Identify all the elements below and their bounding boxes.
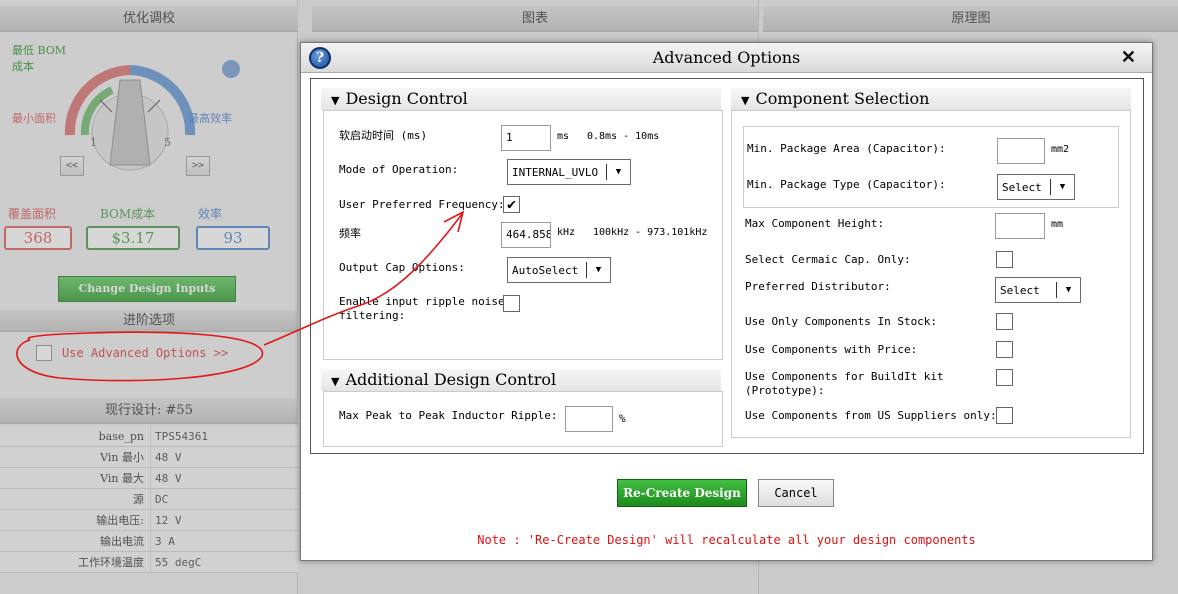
component-selection-header[interactable]: ▼ Component Selection	[731, 88, 1131, 110]
frequency-unit: kHz	[557, 227, 576, 238]
close-icon[interactable]: ✕	[1121, 43, 1136, 73]
user-preferred-frequency-label: User Preferred Frequency:	[339, 198, 505, 211]
buildit-kit-label-line2: (Prototype):	[745, 384, 825, 397]
advanced-options-dialog: ? Advanced Options ✕ ▼ Design Control 软启动…	[300, 42, 1153, 561]
with-price-checkbox[interactable]	[996, 341, 1013, 358]
soft-start-unit: ms	[557, 131, 570, 142]
soft-start-range: 0.8ms - 10ms	[587, 131, 660, 142]
mode-of-operation-label: Mode of Operation:	[339, 163, 459, 176]
dialog-title-bar: ? Advanced Options ✕	[301, 43, 1152, 73]
ripple-filter-checkbox[interactable]	[503, 295, 520, 312]
cancel-button[interactable]: Cancel	[758, 479, 834, 507]
preferred-distributor-label: Preferred Distributor:	[745, 280, 891, 293]
buildit-kit-label-line1: Use Components for BuildIt kit	[745, 370, 944, 383]
recreate-note: Note : 'Re-Create Design' will recalcula…	[477, 533, 976, 547]
max-component-height-unit: mm	[1051, 219, 1064, 230]
frequency-input[interactable]: 464.858	[501, 222, 551, 248]
dialog-body: ▼ Design Control 软启动时间 (ms) 1 ms 0.8ms - …	[310, 78, 1144, 454]
ripple-filter-label-line1: Enable input ripple noise	[339, 295, 505, 308]
us-suppliers-only-checkbox[interactable]	[996, 407, 1013, 424]
frequency-label: 频率	[339, 227, 361, 240]
output-cap-options-label: Output Cap Options:	[339, 261, 465, 274]
chevron-down-icon: ▼	[586, 262, 610, 278]
max-inductor-ripple-unit: %	[619, 412, 626, 425]
min-package-area-input[interactable]	[997, 138, 1045, 164]
us-suppliers-only-label: Use Components from US Suppliers only:	[745, 409, 997, 422]
max-component-height-input[interactable]	[995, 213, 1045, 239]
min-package-area-label: Min. Package Area (Capacitor):	[747, 142, 946, 155]
ceramic-cap-only-label: Select Cermaic Cap. Only:	[745, 253, 911, 266]
chevron-down-icon: ▼	[1050, 179, 1074, 195]
output-cap-options-select[interactable]: AutoSelect ▼	[507, 257, 611, 283]
in-stock-only-checkbox[interactable]	[996, 313, 1013, 330]
dialog-title: Advanced Options	[652, 48, 801, 67]
in-stock-only-label: Use Only Components In Stock:	[745, 315, 938, 328]
ceramic-cap-only-checkbox[interactable]	[996, 251, 1013, 268]
re-create-design-button[interactable]: Re-Create Design	[617, 479, 747, 507]
soft-start-input[interactable]: 1	[501, 125, 551, 151]
mode-of-operation-select[interactable]: INTERNAL_UVLO ▼	[507, 159, 631, 185]
additional-design-control-header[interactable]: ▼ Additional Design Control	[321, 369, 721, 391]
min-package-type-select[interactable]: Select ▼	[997, 174, 1075, 200]
with-price-label: Use Components with Price:	[745, 343, 918, 356]
soft-start-label: 软启动时间 (ms)	[339, 129, 428, 142]
max-inductor-ripple-label: Max Peak to Peak Inductor Ripple:	[339, 409, 558, 422]
min-package-area-unit: mm2	[1051, 144, 1070, 155]
help-icon[interactable]: ?	[309, 47, 331, 69]
preferred-distributor-select[interactable]: Select ▼	[995, 277, 1081, 303]
buildit-kit-checkbox[interactable]	[996, 369, 1013, 386]
design-control-header[interactable]: ▼ Design Control	[321, 88, 721, 110]
chevron-down-icon: ▼	[1056, 282, 1080, 298]
max-inductor-ripple-input[interactable]	[565, 406, 613, 432]
user-preferred-frequency-checkbox[interactable]: ✔	[503, 196, 520, 213]
min-package-type-label: Min. Package Type (Capacitor):	[747, 178, 946, 191]
ripple-filter-label-line2: filtering:	[339, 309, 406, 322]
max-component-height-label: Max Component Height:	[745, 217, 885, 230]
frequency-range: 100kHz - 973.101kHz	[593, 227, 708, 238]
chevron-down-icon: ▼	[606, 164, 630, 180]
